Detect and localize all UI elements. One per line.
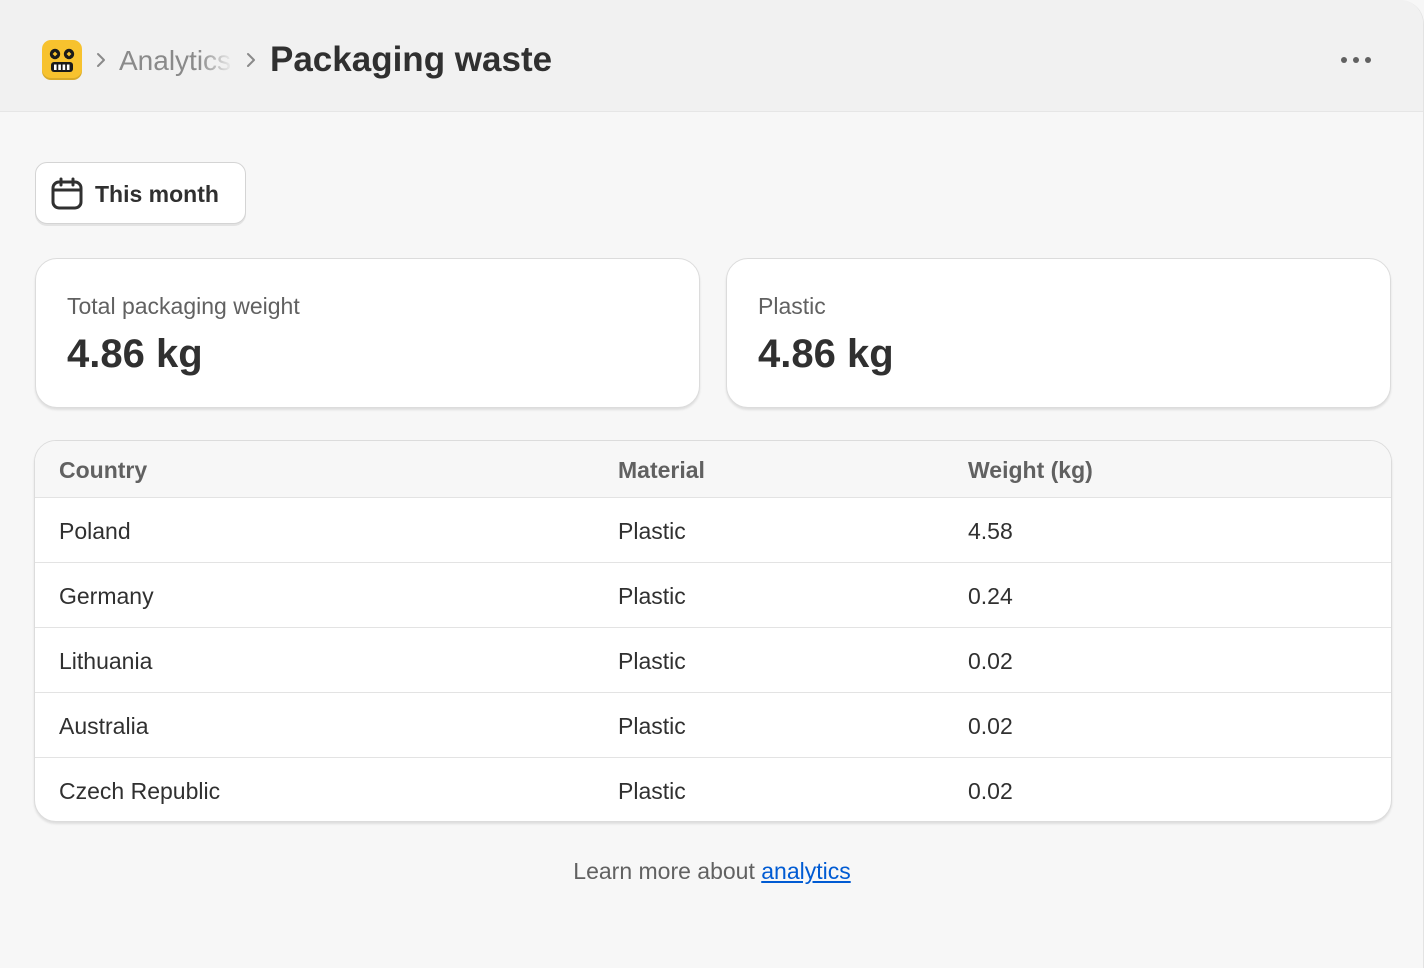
- cell-material: Plastic: [618, 713, 686, 739]
- cell-country: Germany: [59, 583, 154, 609]
- analytics-link[interactable]: analytics: [761, 858, 850, 884]
- top-bar: Analytics Packaging waste: [0, 0, 1423, 112]
- card-label: Total packaging weight: [67, 293, 300, 319]
- summary-card-plastic: Plastic 4.86 kg: [726, 258, 1391, 408]
- cell-weight: 0.24: [968, 583, 1013, 609]
- summary-card-total-weight: Total packaging weight 4.86 kg: [35, 258, 700, 408]
- date-range-label: This month: [95, 181, 219, 207]
- column-header-weight[interactable]: Weight (kg): [968, 456, 1093, 484]
- table-row: Czech Republic Plastic 0.02: [35, 758, 1391, 821]
- footer-help-text: Learn more about analytics: [0, 856, 1423, 886]
- robot-face-icon[interactable]: [42, 40, 82, 80]
- cell-weight: 0.02: [968, 778, 1013, 804]
- cell-weight: 4.58: [968, 518, 1013, 544]
- chevron-right-icon: [244, 46, 258, 74]
- cell-country: Lithuania: [59, 648, 153, 674]
- cell-country: Australia: [59, 713, 149, 739]
- table-row: Germany Plastic 0.24: [35, 563, 1391, 628]
- card-label: Plastic: [758, 293, 826, 319]
- table-row: Lithuania Plastic 0.02: [35, 628, 1391, 693]
- card-value: 4.86 kg: [758, 332, 894, 376]
- calendar-icon: [51, 177, 83, 210]
- column-header-country[interactable]: Country: [59, 456, 147, 484]
- table-row: Poland Plastic 4.58: [35, 498, 1391, 563]
- more-horizontal-icon: [1341, 57, 1371, 63]
- breadcrumb-analytics[interactable]: Analytics: [119, 44, 233, 80]
- page-title: Packaging waste: [270, 40, 553, 79]
- chevron-right-icon: [94, 46, 108, 74]
- footer-prefix: Learn more about: [573, 858, 762, 884]
- column-header-material[interactable]: Material: [618, 456, 705, 484]
- table-row: Australia Plastic 0.02: [35, 693, 1391, 758]
- date-range-button[interactable]: This month: [35, 162, 246, 224]
- cell-country: Poland: [59, 518, 131, 544]
- cell-material: Plastic: [618, 583, 686, 609]
- cell-material: Plastic: [618, 648, 686, 674]
- app-window: Analytics Packaging waste This month Tot…: [0, 0, 1424, 968]
- cell-weight: 0.02: [968, 648, 1013, 674]
- table-header: Country Material Weight (kg): [35, 441, 1391, 498]
- cell-country: Czech Republic: [59, 778, 221, 804]
- cell-material: Plastic: [618, 518, 686, 544]
- cell-material: Plastic: [618, 778, 686, 804]
- cell-weight: 0.02: [968, 713, 1013, 739]
- card-value: 4.86 kg: [67, 332, 203, 376]
- packaging-table: Country Material Weight (kg) Poland Plas…: [34, 440, 1392, 822]
- more-actions-button[interactable]: [1332, 42, 1380, 78]
